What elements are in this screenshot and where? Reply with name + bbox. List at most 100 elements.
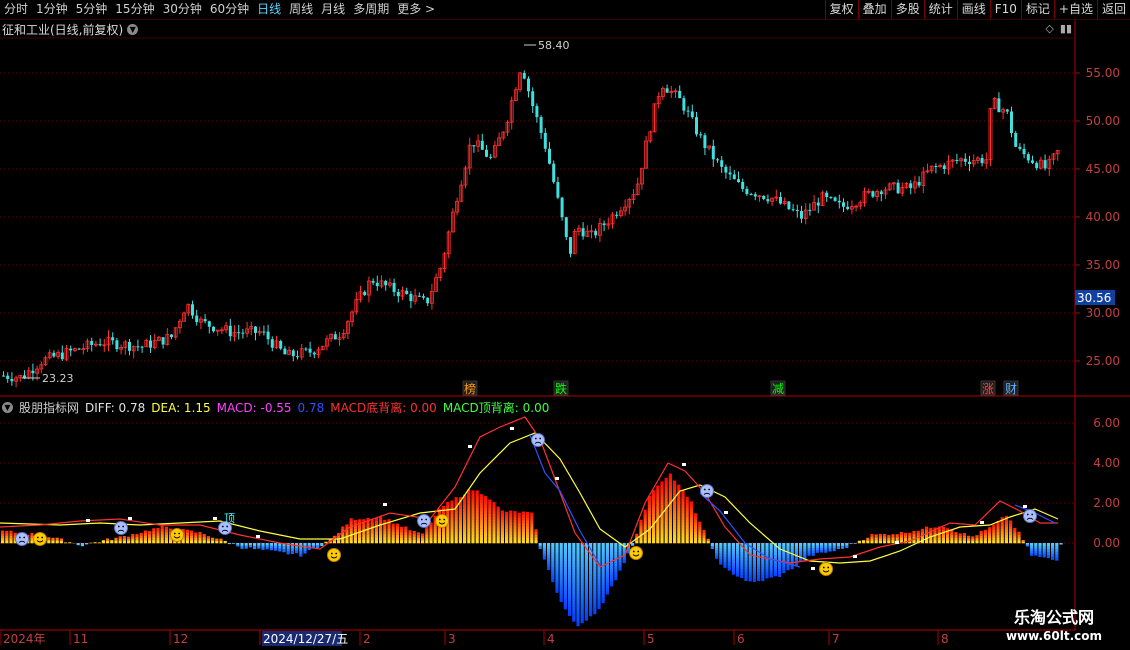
macd-bar-segment [51,540,55,544]
macd-bar-segment [353,520,357,524]
macd-bar-segment [946,534,950,538]
macd-bar-segment [656,502,660,506]
macd-bar-segment [496,526,500,530]
macd-bar-segment [765,560,769,564]
macd-bar-segment [589,607,593,611]
macd-bar-segment [580,617,584,621]
macd-bar-segment [463,525,467,530]
macd-bar-segment [740,571,744,576]
macd-bar-segment [647,501,651,505]
macd-bar-segment [1046,554,1050,559]
macd-bar-segment [778,554,782,558]
macd-bar-segment [841,543,845,547]
macd-bar-segment [593,575,597,579]
macd-bar-segment [673,537,677,541]
macd-bar-segment [429,537,433,541]
macd-bar-segment [471,496,475,500]
macd-bar-segment [395,523,399,527]
macd-bar-segment [668,493,672,498]
macd-bar-segment [282,548,286,553]
macd-bar-segment [1013,537,1017,541]
macd-bar-segment [689,504,693,508]
candle-body [808,210,812,212]
macd-bar-segment [534,529,538,533]
current-price-label: 30.56 [1077,291,1111,305]
macd-bar-segment [647,504,651,508]
macd-bar-segment [568,609,572,614]
macd-bar-segment [563,563,567,568]
macd-bar-segment [572,598,576,602]
macd-bar-segment [492,525,496,529]
macd-bar-segment [387,531,391,535]
macd-bar-segment [668,522,672,526]
macd-bar-segment [521,511,525,515]
macd-bar-segment [9,538,13,541]
macd-bar-segment [656,540,660,544]
macd-bar-segment [652,534,656,538]
macd-bar-segment [681,493,685,497]
macd-bar-segment [925,540,929,544]
macd-bar-segment [668,488,672,492]
face-eye [539,437,542,440]
macd-bar-segment [1009,531,1013,535]
candle-body [1031,160,1034,163]
macd-bar-segment [185,535,189,539]
macd-bar-segment [580,587,584,591]
macd-bar-segment [689,513,693,517]
candle-body [829,197,833,199]
macd-bar-segment [782,543,786,547]
macd-bar-segment [1034,552,1038,556]
macd-bar-segment [668,476,672,480]
macd-bar-segment [559,560,563,564]
candle-body [1026,154,1030,161]
macd-bar-segment [1000,537,1004,541]
macd-bar-segment [685,511,689,515]
macd-bar-segment [547,543,551,547]
macd-bar-segment [513,514,517,518]
macd-bar-segment [555,548,559,553]
macd-bar-segment [715,543,719,546]
macd-bar-segment [685,522,689,526]
macd-bar-segment [572,609,576,613]
candle-body [140,346,144,348]
macd-bar-segment [471,490,475,494]
macd-bar-segment [442,531,446,535]
macd-bar-segment [307,543,311,546]
macd-bar-segment [488,528,492,532]
macd-bar-segment [996,534,1000,538]
macd-bar-segment [160,531,164,535]
macd-bar-segment [652,501,656,506]
macd-bar-segment [610,583,614,587]
macd-bar-segment [576,545,580,550]
macd-bar-segment [471,537,475,541]
macd-bar-segment [1,530,5,534]
macd-bar-segment [1034,545,1038,549]
macd-bar-segment [748,566,752,570]
macd-bar-segment [677,484,681,488]
macd-bar-segment [988,537,992,541]
candle-body [409,293,413,302]
macd-bar-segment [479,525,483,529]
macd-bar-segment [160,528,164,532]
macd-bar-segment [778,568,782,572]
macd-bar-segment [723,556,727,560]
macd-bar-segment [899,537,903,541]
macd-bar-segment [370,522,374,526]
macd-bar-segment [761,569,765,573]
macd-bar-segment [643,526,647,530]
candle-body [417,295,421,297]
macd-bar-segment [496,523,500,527]
macd-bar-segment [366,523,370,527]
macd-bar-segment [463,517,467,521]
macd-bar-segment [1042,551,1046,555]
macd-bar-segment [555,551,559,555]
macd-bar-segment [916,530,920,534]
macd-bar-segment [509,519,513,523]
macd-bar-segment [572,545,576,550]
macd-bar-segment [1046,543,1050,547]
macd-bar-segment [790,554,794,558]
macd-bar-segment [757,545,761,550]
macd-bar-segment [194,532,198,536]
macd-bar-segment [933,537,937,541]
macd-bar-segment [387,534,391,538]
